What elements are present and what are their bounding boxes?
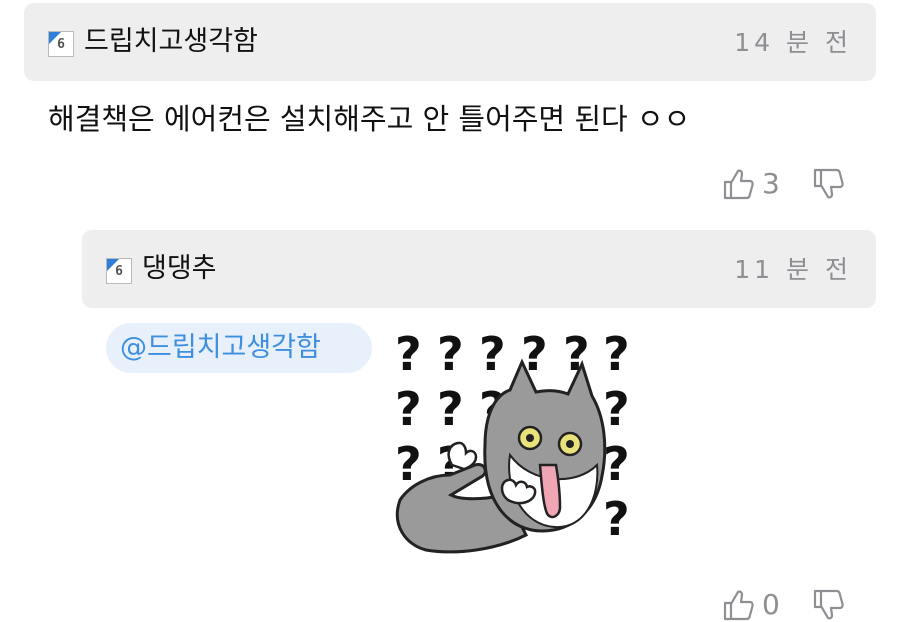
level-badge-icon: 6: [106, 258, 132, 284]
comment-author[interactable]: 드립치고생각함: [84, 25, 258, 59]
question-mark: ?: [437, 382, 464, 436]
thumbs-up-icon[interactable]: [722, 588, 756, 622]
level-badge-icon: 6: [48, 31, 74, 57]
question-mark: ?: [603, 327, 630, 381]
question-mark: ?: [479, 327, 506, 381]
comment-body: 해결책은 에어컨은 설치해주고 안 틀어주면 된다 ㅇㅇ: [48, 102, 691, 136]
question-mark: ?: [603, 437, 630, 491]
comment-actions: 3: [722, 167, 846, 201]
cat-sticker-image: ? ? ? ? ? ? ? ? ? ? ? ? ? ? ? ?: [390, 325, 640, 555]
reply-author[interactable]: 댕댕추: [142, 252, 217, 286]
like-count: 3: [762, 167, 780, 200]
comment-timestamp: 14 분 전: [734, 28, 852, 57]
level-number: 6: [57, 37, 65, 52]
mention-chip[interactable]: @드립치고생각함: [106, 323, 372, 373]
thumbs-down-icon[interactable]: [812, 588, 846, 622]
level-number: 6: [115, 264, 123, 279]
question-mark: ?: [437, 327, 464, 381]
thumbs-up-icon[interactable]: [722, 167, 756, 201]
like-count: 0: [762, 588, 780, 621]
comment-header: 6 드립치고생각함 14 분 전: [24, 3, 876, 81]
reply-header: 6 댕댕추 11 분 전: [82, 230, 876, 308]
question-mark: ?: [603, 382, 630, 436]
question-mark: ?: [603, 492, 630, 546]
thumbs-down-icon[interactable]: [812, 167, 846, 201]
question-mark: ?: [395, 327, 422, 381]
reply-actions: 0: [722, 588, 846, 622]
question-mark: ?: [395, 382, 422, 436]
reply-timestamp: 11 분 전: [734, 255, 852, 284]
